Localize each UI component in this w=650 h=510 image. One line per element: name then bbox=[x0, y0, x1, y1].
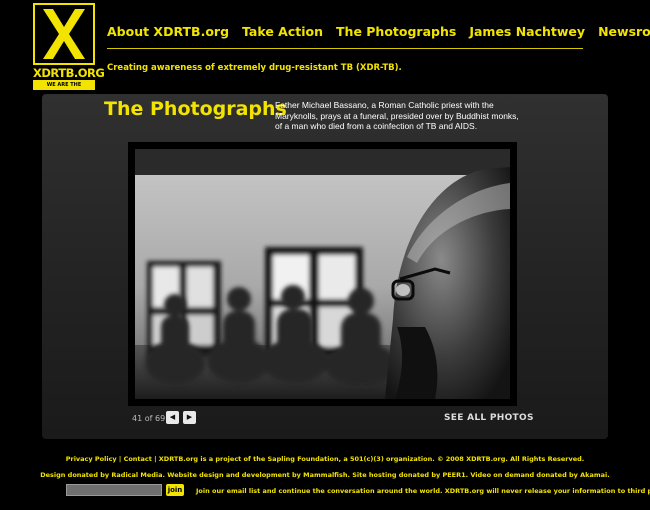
photo-counter: 41 of 69 bbox=[132, 414, 166, 423]
triangle-right-icon: ▶ bbox=[186, 413, 193, 421]
next-photo-button[interactable]: ▶ bbox=[183, 411, 196, 424]
photo-caption: Father Michael Bassano, a Roman Catholic… bbox=[275, 100, 519, 131]
nav-james-nachtwey[interactable]: James Nachtwey bbox=[469, 24, 585, 44]
email-signup-input[interactable] bbox=[66, 484, 162, 496]
nav-photographs[interactable]: The Photographs bbox=[336, 24, 456, 44]
photo-frame bbox=[128, 142, 517, 406]
site-tagline: Creating awareness of extremely drug-res… bbox=[107, 63, 402, 73]
main-nav: About XDRTB.org Take Action The Photogra… bbox=[107, 24, 650, 44]
nav-take-action[interactable]: Take Action bbox=[242, 24, 323, 44]
logo-tagline: WE ARE THE TREATMENT bbox=[33, 80, 95, 98]
footer-legal[interactable]: Privacy Policy | Contact | XDRTB.org is … bbox=[0, 455, 650, 463]
triangle-left-icon: ◀ bbox=[169, 413, 176, 421]
nav-divider bbox=[107, 48, 583, 49]
logo-x-mark bbox=[33, 3, 95, 65]
footer-credits: Design donated by Radical Media. Website… bbox=[40, 471, 610, 479]
page-title: The Photographs bbox=[104, 98, 287, 120]
nav-newsroom[interactable]: Newsroom bbox=[598, 24, 650, 44]
nav-about[interactable]: About XDRTB.org bbox=[107, 24, 229, 44]
logo-name: XDRTB.ORG bbox=[33, 66, 105, 80]
gallery-photo[interactable] bbox=[135, 149, 510, 399]
site-logo[interactable]: XDRTB.ORG WE ARE THE TREATMENT bbox=[33, 3, 105, 98]
email-signup-text: Join our email list and continue the con… bbox=[196, 487, 650, 495]
see-all-photos-link[interactable]: SEE ALL PHOTOS bbox=[444, 413, 534, 423]
prev-photo-button[interactable]: ◀ bbox=[166, 411, 179, 424]
join-button[interactable]: join bbox=[166, 484, 184, 496]
